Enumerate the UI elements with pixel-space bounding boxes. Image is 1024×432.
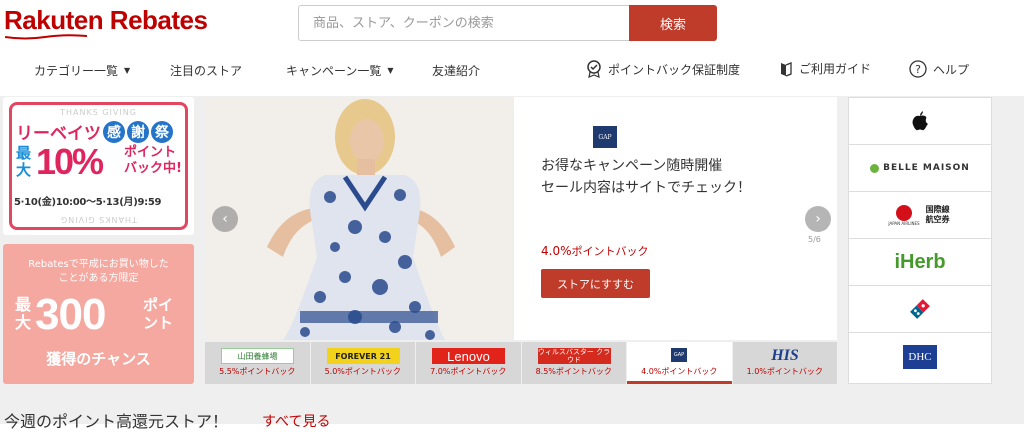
- banner-top-text: THANKS GIVING: [60, 108, 137, 117]
- tab-lenovo[interactable]: Lenovo 7.0%ポイントバック: [416, 342, 521, 384]
- store-dominos[interactable]: [849, 286, 991, 333]
- nav-guide-label: ご利用ガイド: [799, 62, 872, 76]
- featured-store-list: BELLE MAISON JAPAN AIRLINES 国際線 航空券 iHer…: [848, 97, 992, 384]
- model-dress-illustration: [205, 97, 514, 340]
- search-button[interactable]: 検索: [629, 5, 717, 41]
- jal-brand-text: JAPAN AIRLINES: [888, 220, 920, 226]
- nav-referral-label: 友達紹介: [432, 64, 481, 78]
- yamada-logo: 山田養蜂場: [221, 348, 294, 364]
- store-belle-maison[interactable]: BELLE MAISON: [849, 145, 991, 192]
- leaf-icon: [870, 163, 880, 173]
- lenovo-logo: Lenovo: [432, 348, 505, 364]
- go-to-store-button[interactable]: ストアにすすむ: [541, 269, 650, 298]
- banner2-line1: Rebatesで平成にお買い物した: [28, 259, 169, 270]
- jal-logo: JAPAN AIRLINES: [888, 204, 920, 226]
- gap-tab-logo: GAP: [671, 348, 687, 362]
- chevron-left-icon[interactable]: ‹: [212, 206, 238, 232]
- carousel-percent-suffix: ポイントバック: [571, 245, 649, 258]
- svg-text:?: ?: [915, 63, 921, 76]
- tab-gap[interactable]: GAP 4.0%ポイントバック: [627, 342, 732, 384]
- banner-bottom-text: THANKS GIVING: [60, 215, 137, 224]
- logo-swoosh: [5, 34, 87, 40]
- caret-down-icon: ▼: [124, 66, 131, 75]
- nav-featured-label: 注目のストア: [170, 64, 243, 78]
- hero-carousel: GAP お得なキャンペーン随時開催 セール内容はサイトでチェック！ 4.0%ポイ…: [205, 97, 837, 340]
- tab-virusbuster[interactable]: ウィルスバスター クラウド 8.5%ポイントバック: [521, 342, 626, 384]
- badge-icon: [586, 60, 602, 78]
- header: Rakuten Rebates 検索 カテゴリー一覧 ▼ 注目のストア キャンペ…: [0, 0, 1024, 100]
- his-logo: HIS: [771, 347, 799, 364]
- virusbuster-logo: ウィルスバスター クラウド: [537, 348, 611, 364]
- carousel-promo-line1: お得なキャンペーン随時開催: [541, 158, 723, 174]
- store-iherb[interactable]: iHerb: [849, 239, 991, 286]
- carousel-percent: 4.0%: [541, 244, 572, 258]
- question-circle-icon: ?: [909, 60, 927, 78]
- nav-guarantee[interactable]: ポイントバック保証制度: [586, 60, 740, 78]
- nav-campaigns[interactable]: キャンペーン一覧 ▼: [286, 62, 394, 79]
- belle-maison-logo: BELLE MAISON: [883, 163, 970, 173]
- tab-label: 4.0%ポイントバック: [641, 367, 718, 376]
- see-all-link[interactable]: すべて見る: [262, 411, 330, 431]
- book-icon: [779, 61, 793, 77]
- banner-percent: 10%: [36, 141, 104, 182]
- banner2-description: Rebatesで平成にお買い物した ことがある方限定: [3, 258, 194, 286]
- heisei-points-banner[interactable]: Rebatesで平成にお買い物した ことがある方限定 最大 300 ポイ ント …: [3, 244, 194, 384]
- tab-label: 5.0%ポイントバック: [324, 367, 401, 376]
- tab-label: 8.5%ポイントバック: [535, 367, 612, 376]
- banner-date-range: 5·10(金)10:00〜5·13(月)9:59: [14, 197, 162, 208]
- dominos-icon: [910, 299, 930, 319]
- caret-down-icon: ▼: [387, 66, 394, 75]
- apple-icon: [912, 111, 928, 131]
- jal-intl-ticket-label: 国際線 航空券: [925, 205, 950, 224]
- nav-categories-label: カテゴリー一覧: [34, 64, 119, 78]
- nav-guarantee-label: ポイントバック保証制度: [608, 62, 741, 77]
- store-apple[interactable]: [849, 98, 991, 145]
- nav-guide[interactable]: ご利用ガイド: [779, 60, 871, 77]
- forever21-logo: FOREVER 21: [326, 348, 400, 364]
- tab-label: 5.5%ポイントバック: [219, 367, 296, 376]
- hero-image[interactable]: [205, 97, 514, 340]
- nav-categories[interactable]: カテゴリー一覧 ▼: [34, 62, 130, 79]
- banner-title-char: 感: [103, 120, 125, 143]
- chevron-right-icon[interactable]: ›: [805, 206, 831, 232]
- store-dhc[interactable]: DHC: [849, 333, 991, 380]
- carousel-store-tabs: 山田養蜂場 5.5%ポイントバック FOREVER 21 5.0%ポイントバック…: [205, 342, 837, 384]
- banner-point-text: ポイント バック中!: [124, 145, 182, 176]
- search-box: [298, 5, 630, 41]
- search-input[interactable]: [299, 6, 629, 40]
- high-rebate-section-title: 今週のポイント高還元ストア！: [4, 412, 229, 431]
- dhc-logo: DHC: [903, 344, 937, 369]
- carousel-promo-line2: セール内容はサイトでチェック！: [541, 180, 751, 196]
- banner-title-char: 祭: [151, 120, 173, 143]
- rakuten-rebates-logo[interactable]: Rakuten Rebates: [4, 5, 208, 36]
- carousel-point-rate: 4.0%ポイントバック: [541, 243, 649, 259]
- tab-label: 7.0%ポイントバック: [430, 367, 507, 376]
- iherb-logo: iHerb: [894, 250, 946, 273]
- tab-his[interactable]: HIS 1.0%ポイントバック: [732, 342, 837, 384]
- nav-help[interactable]: ? ヘルプ: [909, 60, 969, 78]
- banner2-max-label: 最大: [15, 295, 32, 332]
- nav-campaigns-label: キャンペーン一覧: [286, 64, 382, 78]
- banner2-line2: ことがある方限定: [58, 273, 139, 284]
- nav-help-label: ヘルプ: [933, 62, 970, 77]
- nav-referral[interactable]: 友達紹介: [432, 62, 480, 79]
- banner2-chance-text: 獲得のチャンス: [46, 350, 151, 368]
- banner2-points-number: 300: [35, 290, 106, 339]
- carousel-pager: 5/6: [808, 235, 821, 244]
- tab-label: 1.0%ポイントバック: [746, 367, 823, 376]
- banner-frame: THANKS GIVING リーベイツ 感 謝 祭 最大 10% ポイント バッ…: [9, 102, 188, 230]
- crane-icon: [895, 204, 912, 221]
- store-jal[interactable]: JAPAN AIRLINES 国際線 航空券: [849, 192, 991, 239]
- thanksgiving-campaign-banner[interactable]: THANKS GIVING リーベイツ 感 謝 祭 最大 10% ポイント バッ…: [3, 97, 194, 235]
- tab-forever21[interactable]: FOREVER 21 5.0%ポイントバック: [310, 342, 415, 384]
- tab-yamada[interactable]: 山田養蜂場 5.5%ポイントバック: [205, 342, 310, 384]
- banner-title-char: 謝: [127, 120, 149, 143]
- nav-featured-stores[interactable]: 注目のストア: [170, 62, 242, 79]
- banner2-point-label: ポイ ント: [143, 296, 174, 332]
- banner-max-label: 最大: [16, 144, 32, 179]
- gap-logo: GAP: [593, 126, 617, 148]
- carousel-promo-text: お得なキャンペーン随時開催 セール内容はサイトでチェック！: [541, 155, 751, 199]
